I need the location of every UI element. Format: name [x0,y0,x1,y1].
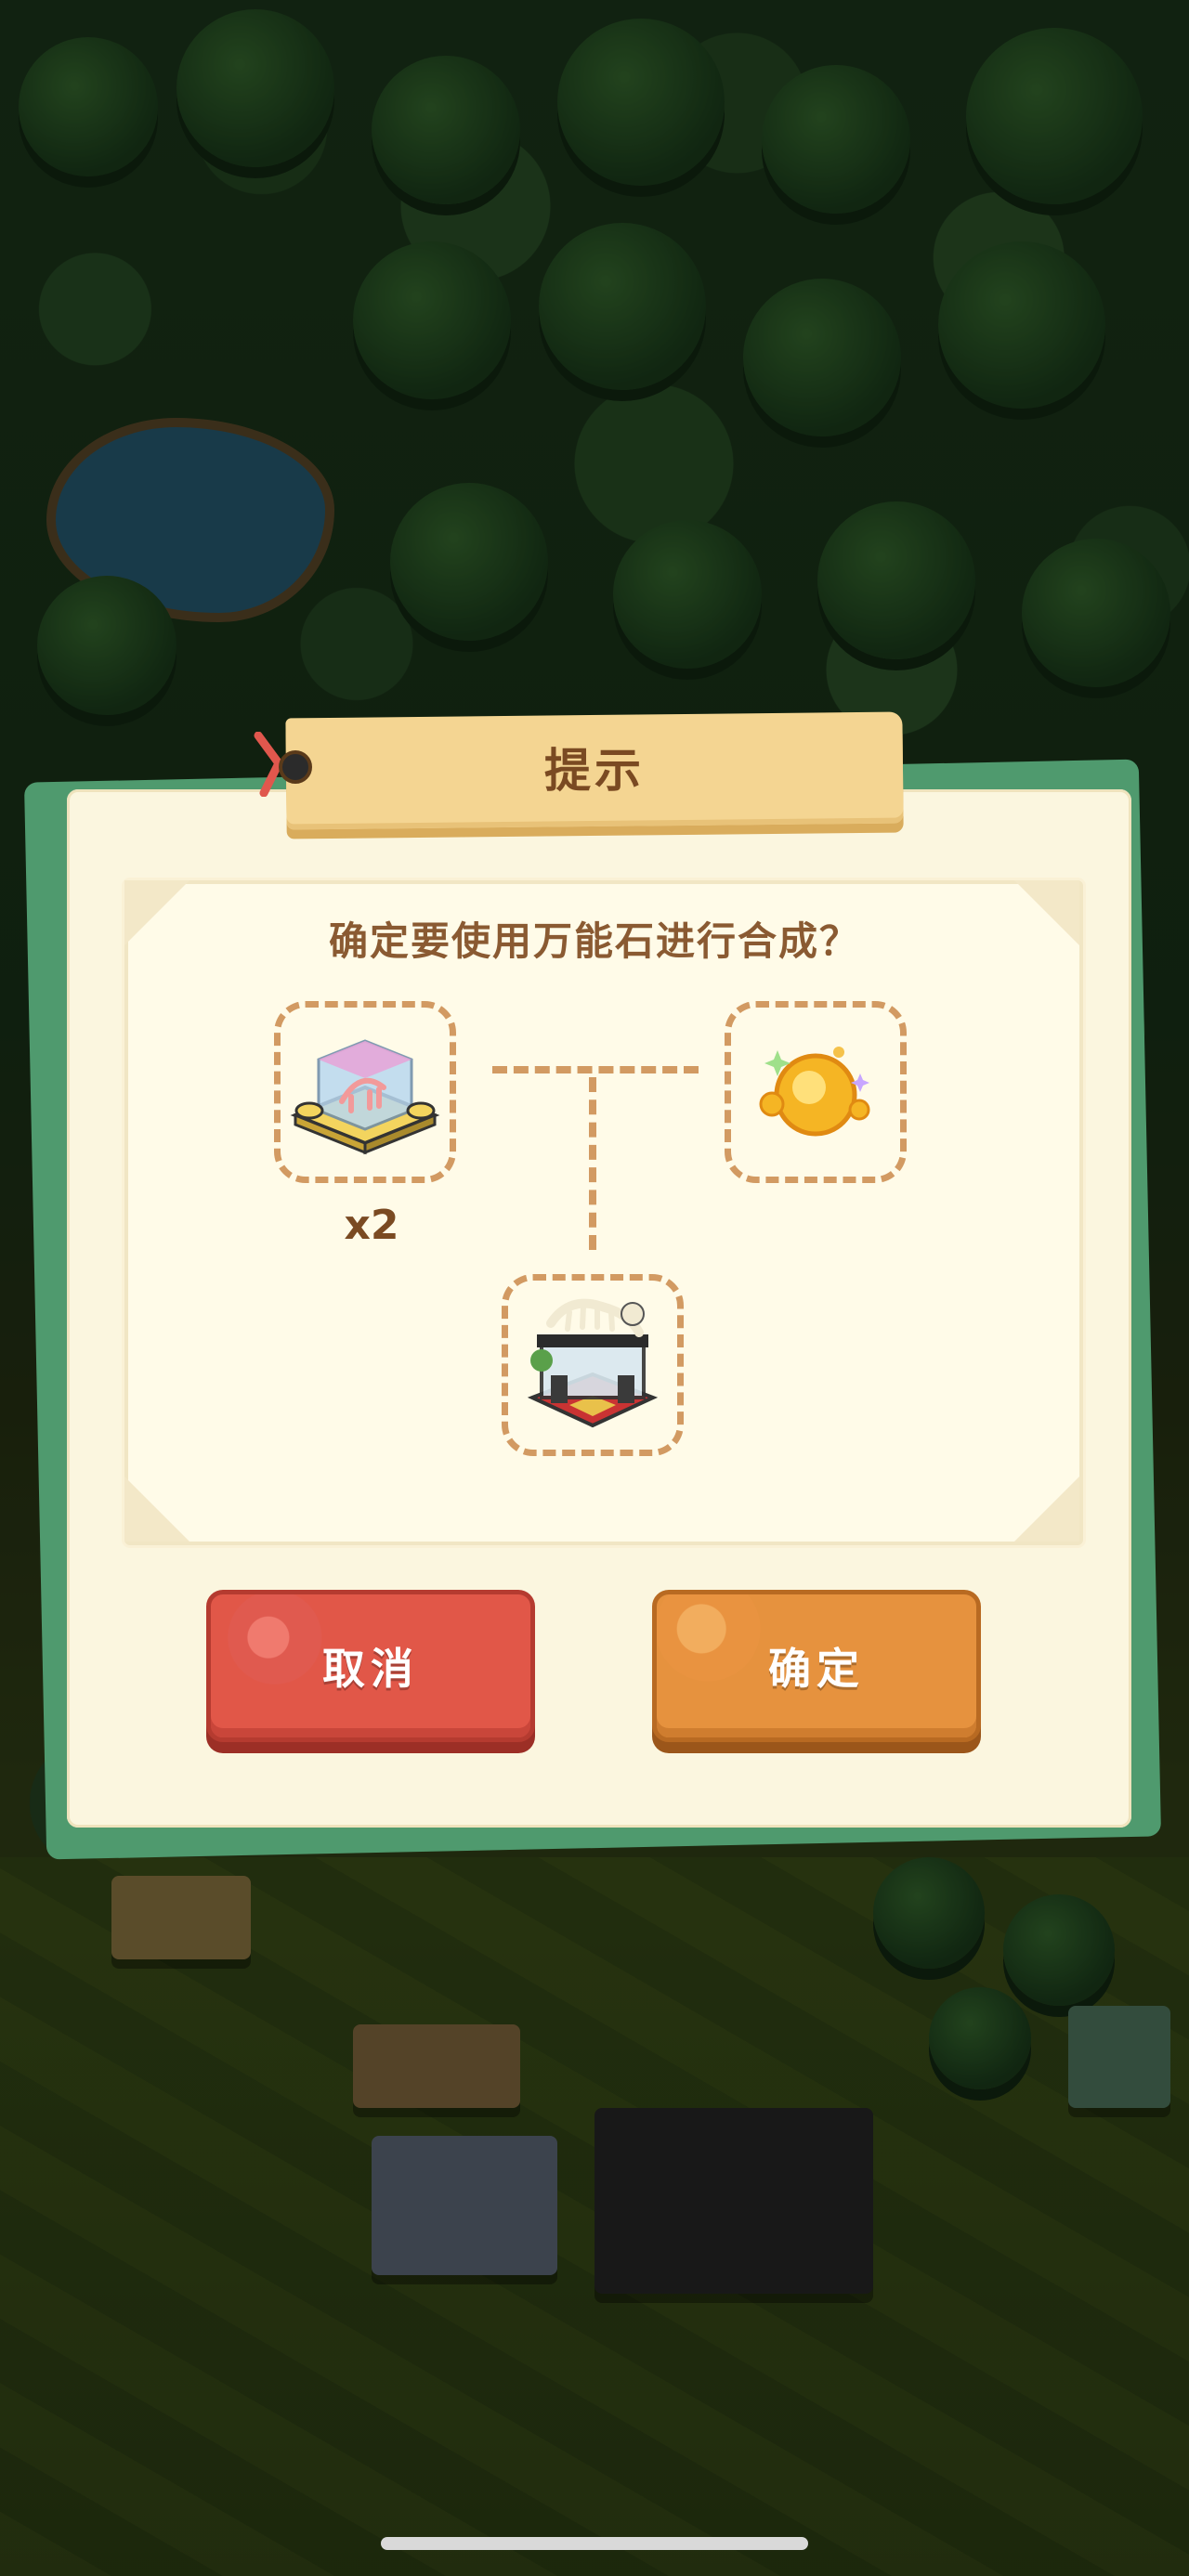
merge-connector [492,1066,699,1073]
confirm-button-label: 确定 [768,1644,865,1694]
confirm-button[interactable]: 确定 [652,1590,981,1742]
result-slot-dinosaur-exhibit [502,1274,684,1456]
input-slot-fossil-display [274,1001,456,1183]
confirm-question: 确定要使用万能石进行合成？ [328,918,860,964]
dialog-title: 提示 [544,744,645,798]
cancel-button[interactable]: 取消 [206,1590,535,1742]
dino-fossil-display-icon [290,1039,440,1155]
input-slot-universal-stone [725,1001,907,1183]
dinosaur-skeleton-exhibit-icon [527,1298,659,1428]
universal-stone-icon [759,1047,870,1137]
home-indicator[interactable] [381,2537,808,2550]
cancel-button-label: 取消 [322,1644,419,1694]
input-quantity: x2 [344,1202,399,1249]
merge-connector [589,1077,596,1250]
